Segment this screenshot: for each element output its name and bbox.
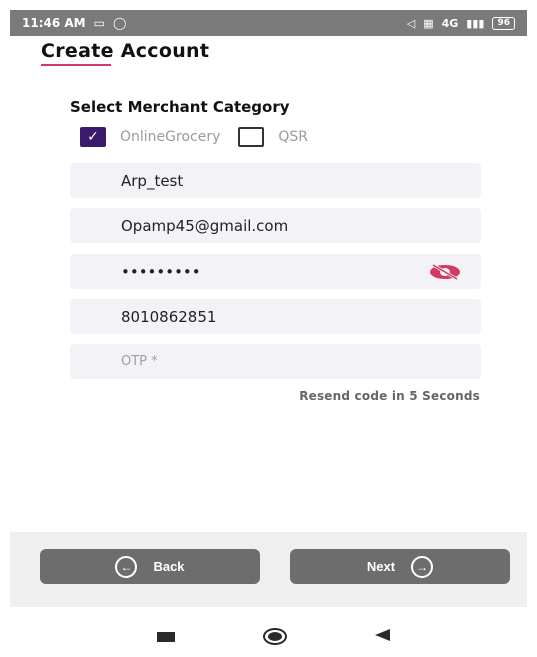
email-field[interactable]: Opamp45@gmail.com bbox=[70, 208, 481, 243]
otp-placeholder: OTP * bbox=[121, 354, 158, 369]
battery-icon: 96 bbox=[492, 16, 515, 30]
back-button-label: Back bbox=[153, 559, 185, 574]
phone-field[interactable]: 8010862851 bbox=[70, 299, 481, 334]
online-grocery-label[interactable]: OnlineGrocery bbox=[120, 129, 220, 145]
create-account-screen: 11:46 AM ▭ ◯ ◁ ▦ 4G ▮▮▮ 96 Create Accoun… bbox=[10, 10, 537, 657]
online-grocery-checkbox[interactable]: ✓ bbox=[80, 127, 106, 147]
name-field[interactable]: Arp_test bbox=[70, 163, 481, 198]
next-button-label: Next bbox=[366, 559, 396, 574]
system-nav-bar bbox=[10, 607, 527, 657]
network-label: 4G bbox=[441, 16, 459, 30]
phone-value: 8010862851 bbox=[121, 307, 217, 326]
page-title: Create Account bbox=[41, 40, 210, 62]
title-underline bbox=[41, 64, 111, 66]
eye-off-icon[interactable] bbox=[427, 263, 463, 281]
signal-icon: ▮▮▮ bbox=[466, 16, 485, 30]
message-icon: ▭ bbox=[93, 16, 105, 30]
whatsapp-icon: ◯ bbox=[112, 16, 127, 30]
qsr-label[interactable]: QSR bbox=[278, 129, 308, 145]
arrow-left-circle-icon: ← bbox=[115, 555, 138, 578]
arrow-right-circle-icon: → bbox=[411, 555, 434, 578]
status-bar: 11:46 AM ▭ ◯ ◁ ▦ 4G ▮▮▮ 96 bbox=[10, 10, 527, 36]
resend-code-text: Resend code in 5 Seconds bbox=[299, 389, 480, 403]
qsr-checkbox[interactable] bbox=[238, 127, 265, 147]
sim-icon: ▦ bbox=[423, 16, 434, 30]
recents-icon[interactable] bbox=[157, 632, 175, 642]
password-value: ••••••••• bbox=[121, 262, 201, 281]
password-field[interactable]: ••••••••• bbox=[70, 254, 481, 289]
otp-field[interactable]: OTP * bbox=[70, 344, 481, 379]
location-icon: ◁ bbox=[406, 16, 416, 30]
back-button[interactable]: ← Back bbox=[40, 549, 260, 584]
email-value: Opamp45@gmail.com bbox=[121, 216, 289, 235]
home-icon[interactable] bbox=[263, 628, 287, 645]
merchant-category-options: ✓ OnlineGrocery QSR bbox=[80, 125, 326, 149]
name-value: Arp_test bbox=[121, 171, 184, 190]
back-nav-icon[interactable] bbox=[375, 629, 390, 641]
next-button[interactable]: Next → bbox=[290, 549, 510, 584]
merchant-category-label: Select Merchant Category bbox=[70, 98, 290, 116]
status-time: 11:46 AM bbox=[22, 16, 86, 30]
